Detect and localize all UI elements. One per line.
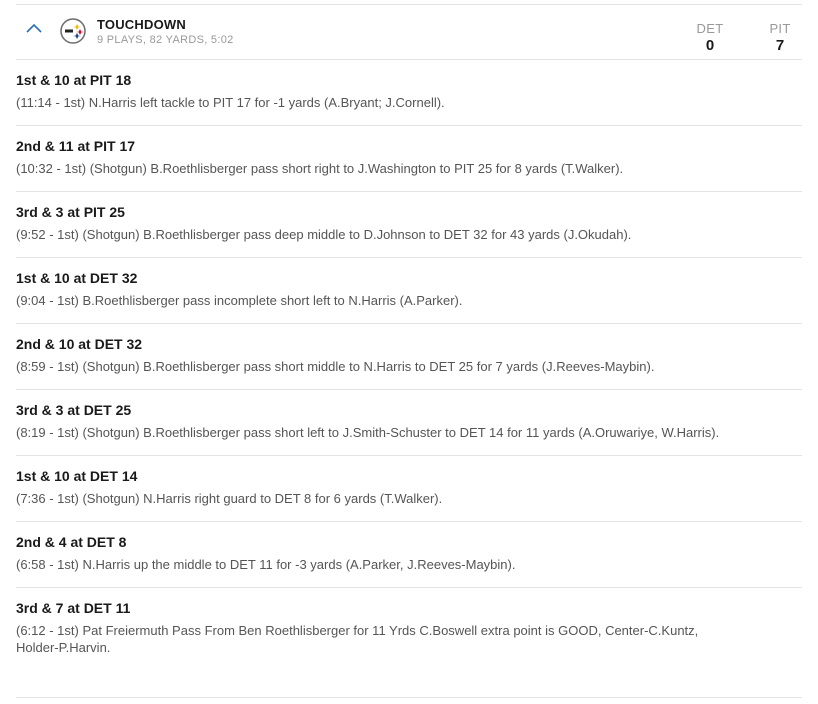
drive-result: TOUCHDOWN — [97, 17, 186, 32]
play-description: (6:12 - 1st) Pat Freiermuth Pass From Be… — [16, 623, 699, 655]
steelers-logo-icon — [60, 18, 86, 44]
play-title: 3rd & 3 at PIT 25 — [16, 204, 125, 220]
score-team-label: PIT — [769, 21, 791, 36]
play-title: 2nd & 11 at PIT 17 — [16, 138, 136, 154]
drive-summary: 9 PLAYS, 82 YARDS, 5:02 — [97, 34, 234, 46]
play-item: 3rd & 3 at PIT 25 (9:52 - 1st) (Shotgun)… — [16, 192, 802, 258]
play-item: 1st & 10 at PIT 18 (11:14 - 1st) N.Harri… — [16, 60, 802, 126]
play-description: (8:59 - 1st) (Shotgun) B.Roethlisberger … — [16, 359, 655, 374]
play-item: 2nd & 10 at DET 32 (8:59 - 1st) (Shotgun… — [16, 324, 802, 390]
score-value: 0 — [705, 37, 715, 54]
play-item: 2nd & 4 at DET 8 (6:58 - 1st) N.Harris u… — [16, 522, 802, 588]
play-item: 1st & 10 at DET 32 (9:04 - 1st) B.Roethl… — [16, 258, 802, 324]
score-value: 7 — [775, 37, 785, 54]
play-item: 3rd & 7 at DET 11 (6:12 - 1st) Pat Freie… — [16, 588, 802, 670]
play-description: (6:58 - 1st) N.Harris up the middle to D… — [16, 557, 516, 572]
play-item: 2nd & 11 at PIT 17 (10:32 - 1st) (Shotgu… — [16, 126, 802, 192]
play-list: 1st & 10 at PIT 18 (11:14 - 1st) N.Harri… — [16, 60, 802, 670]
play-description: (10:32 - 1st) (Shotgun) B.Roethlisberger… — [16, 161, 624, 176]
play-title: 1st & 10 at PIT 18 — [16, 72, 132, 88]
play-item: 1st & 10 at DET 14 (7:36 - 1st) (Shotgun… — [16, 456, 802, 522]
play-title: 1st & 10 at DET 14 — [16, 468, 138, 484]
play-description: (7:36 - 1st) (Shotgun) N.Harris right gu… — [16, 491, 443, 506]
play-title: 2nd & 10 at DET 32 — [16, 336, 143, 352]
play-description: (8:19 - 1st) (Shotgun) B.Roethlisberger … — [16, 425, 720, 440]
drive-header[interactable]: TOUCHDOWN 9 PLAYS, 82 YARDS, 5:02 DET 0 … — [16, 5, 802, 60]
play-description: (11:14 - 1st) N.Harris left tackle to PI… — [16, 95, 445, 110]
play-title: 3rd & 7 at DET 11 — [16, 600, 131, 616]
score-det: DET 0 — [692, 21, 728, 55]
play-title: 2nd & 4 at DET 8 — [16, 534, 127, 550]
score-pit: PIT 7 — [764, 21, 796, 55]
bottom-divider — [16, 697, 802, 698]
play-title: 3rd & 3 at DET 25 — [16, 402, 132, 418]
play-description: (9:52 - 1st) (Shotgun) B.Roethlisberger … — [16, 227, 632, 242]
play-description: (9:04 - 1st) B.Roethlisberger pass incom… — [16, 293, 463, 308]
play-title: 1st & 10 at DET 32 — [16, 270, 138, 286]
chevron-up-icon[interactable] — [24, 20, 44, 36]
play-item: 3rd & 3 at DET 25 (8:19 - 1st) (Shotgun)… — [16, 390, 802, 456]
score-team-label: DET — [696, 21, 724, 36]
